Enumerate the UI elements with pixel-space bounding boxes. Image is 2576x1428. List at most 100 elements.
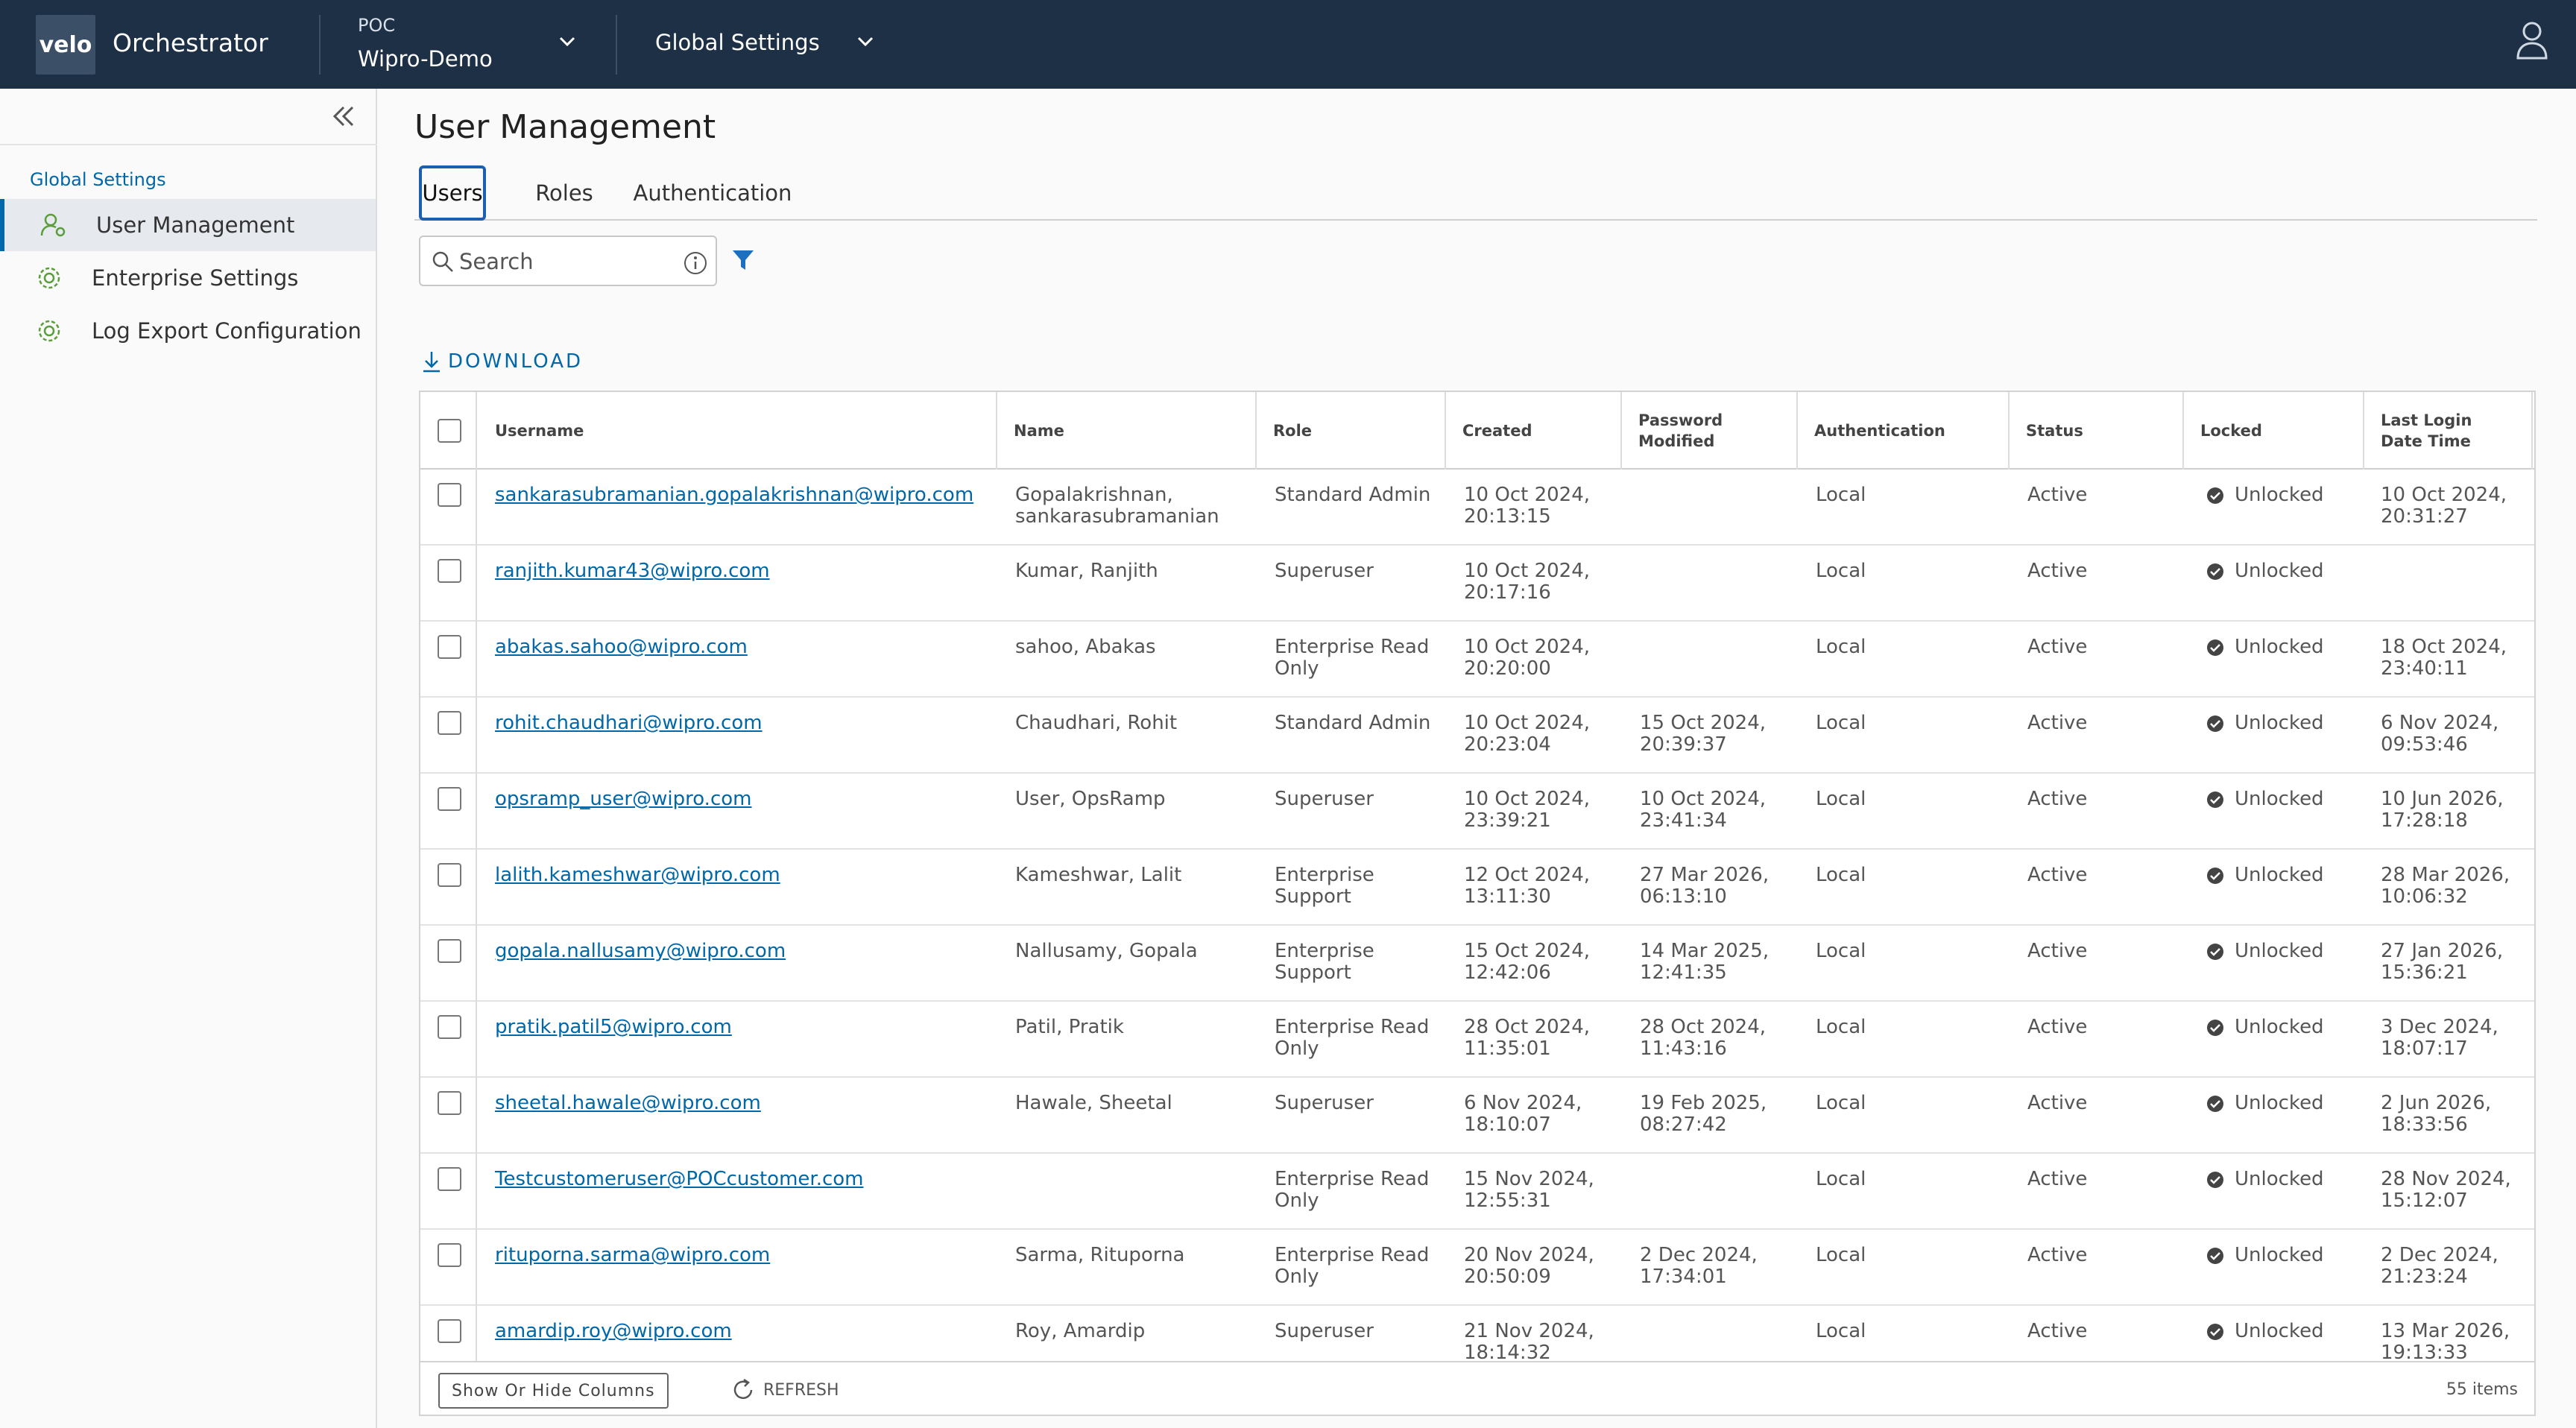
cell-authentication: Local bbox=[1816, 484, 1866, 506]
cell-name-line: Hawale, Sheetal bbox=[1015, 1092, 1172, 1114]
table-row[interactable]: sheetal.hawale@wipro.com Hawale, Sheetal S… bbox=[420, 1078, 2534, 1154]
cell-last-login: 2 Dec 2024, 21:23:24 bbox=[2381, 1245, 2498, 1288]
table-row[interactable]: abakas.sahoo@wipro.com sahoo, Abakas Enter… bbox=[420, 622, 2534, 698]
cell-last-login-line: 28 Mar 2026, bbox=[2381, 864, 2510, 886]
sidebar-item-user-management[interactable]: User Management bbox=[0, 199, 376, 251]
section-selector[interactable]: Global Settings bbox=[655, 30, 820, 55]
cell-status: Active bbox=[2027, 1016, 2088, 1038]
row-checkbox[interactable] bbox=[438, 939, 461, 963]
row-checkbox[interactable] bbox=[438, 559, 461, 583]
cell-created: 10 Oct 2024, 20:13:15 bbox=[1464, 484, 1590, 528]
table-row[interactable]: amardip.roy@wipro.com Roy, Amardip Superus… bbox=[420, 1306, 2534, 1361]
sidebar-item-enterprise-settings[interactable]: Enterprise Settings bbox=[0, 252, 376, 304]
cell-created-line: 20:23:04 bbox=[1464, 733, 1551, 756]
cell-name: User, OpsRamp bbox=[1015, 789, 1166, 810]
cell-last-login-line: 15:36:21 bbox=[2381, 961, 2468, 984]
cell-username[interactable]: Testcustomeruser@POCcustomer.com bbox=[495, 1169, 863, 1190]
row-checkbox[interactable] bbox=[438, 1015, 461, 1039]
cell-created-line: 6 Nov 2024, bbox=[1464, 1092, 1582, 1114]
cell-password-modified-line: 06:13:10 bbox=[1640, 885, 1727, 908]
cell-username[interactable]: lalith.kameshwar@wipro.com bbox=[495, 865, 780, 886]
table-row[interactable]: ranjith.kumar43@wipro.com Kumar, Ranjith S… bbox=[420, 546, 2534, 622]
cell-last-login: 2 Jun 2026, 18:33:56 bbox=[2381, 1093, 2491, 1136]
row-checkbox[interactable] bbox=[438, 1091, 461, 1115]
cell-role-line: Support bbox=[1275, 961, 1351, 984]
cell-username[interactable]: sheetal.hawale@wipro.com bbox=[495, 1093, 761, 1114]
user-profile-icon[interactable] bbox=[2516, 21, 2548, 60]
filter-icon[interactable] bbox=[731, 248, 755, 272]
cell-username[interactable]: pratik.patil5@wipro.com bbox=[495, 1017, 732, 1038]
table-row[interactable]: opsramp_user@wipro.com User, OpsRamp Super… bbox=[420, 774, 2534, 850]
table-row[interactable]: pratik.patil5@wipro.com Patil, Pratik Ente… bbox=[420, 1002, 2534, 1078]
cell-username[interactable]: gopala.nallusamy@wipro.com bbox=[495, 941, 786, 962]
check-circle-icon bbox=[2207, 487, 2223, 504]
show-hide-columns-button[interactable]: Show Or Hide Columns bbox=[438, 1373, 669, 1409]
sidebar-item-log-export-configuration[interactable]: Log Export Configuration bbox=[0, 305, 376, 357]
row-checkbox[interactable] bbox=[438, 635, 461, 659]
column-header-name[interactable]: Name bbox=[996, 392, 1254, 470]
collapse-sidebar-icon[interactable] bbox=[329, 101, 359, 131]
row-checkbox[interactable] bbox=[438, 863, 461, 887]
cell-last-login-line: 20:31:27 bbox=[2381, 505, 2468, 528]
cell-username[interactable]: rituporna.sarma@wipro.com bbox=[495, 1245, 770, 1266]
row-checkbox[interactable] bbox=[438, 1319, 461, 1343]
cell-username[interactable]: opsramp_user@wipro.com bbox=[495, 789, 751, 810]
column-header-created[interactable]: Created bbox=[1445, 392, 1619, 470]
row-checkbox[interactable] bbox=[438, 1167, 461, 1191]
column-header-username[interactable]: Username bbox=[477, 392, 939, 470]
cell-role-line: Superuser bbox=[1275, 788, 1374, 810]
cell-created-line: 10 Oct 2024, bbox=[1464, 712, 1590, 734]
cell-created: 28 Oct 2024, 11:35:01 bbox=[1464, 1017, 1590, 1060]
cell-status: Active bbox=[2027, 560, 2088, 582]
select-all-checkbox[interactable] bbox=[438, 419, 461, 443]
download-button[interactable]: DOWNLOAD bbox=[421, 350, 583, 373]
cell-locked: Unlocked bbox=[2206, 789, 2324, 810]
refresh-button[interactable]: REFRESH bbox=[730, 1377, 839, 1403]
cell-username[interactable]: amardip.roy@wipro.com bbox=[495, 1321, 732, 1342]
column-header-locked[interactable]: Locked bbox=[2182, 392, 2361, 470]
row-checkbox[interactable] bbox=[438, 1243, 461, 1267]
cell-password-modified: 27 Mar 2026, 06:13:10 bbox=[1640, 865, 1769, 908]
column-divider bbox=[476, 622, 477, 698]
column-header-password-modified[interactable]: Password Modified bbox=[1620, 392, 1755, 470]
cell-locked: Unlocked bbox=[2206, 1245, 2324, 1266]
enterprise-selector[interactable]: Wipro-Demo bbox=[358, 46, 493, 72]
tab-users[interactable]: Users bbox=[419, 165, 486, 221]
cell-role-line: Only bbox=[1275, 1037, 1319, 1060]
column-header-status[interactable]: Status bbox=[2008, 392, 2181, 470]
cell-created: 10 Oct 2024, 20:17:16 bbox=[1464, 560, 1590, 604]
chevron-down-icon[interactable] bbox=[556, 30, 578, 52]
cell-role-line: Enterprise bbox=[1275, 864, 1374, 886]
column-header-role[interactable]: Role bbox=[1255, 392, 1445, 470]
cell-name-line: Patil, Pratik bbox=[1015, 1016, 1124, 1038]
column-header-authentication[interactable]: Authentication bbox=[1796, 392, 2005, 470]
cell-name: Nallusamy, Gopala bbox=[1015, 941, 1198, 962]
column-header-last-login[interactable]: Last Login Date Time bbox=[2363, 392, 2512, 470]
table-row[interactable]: gopala.nallusamy@wipro.com Nallusamy, Gop… bbox=[420, 926, 2534, 1002]
table-row[interactable]: rituporna.sarma@wipro.com Sarma, Rituporn… bbox=[420, 1230, 2534, 1306]
row-checkbox[interactable] bbox=[438, 711, 461, 735]
cell-locked: Unlocked bbox=[2206, 560, 2324, 582]
table-row[interactable]: sankarasubramanian.gopalakrishnan@wipro.… bbox=[420, 470, 2534, 546]
search-input[interactable] bbox=[459, 246, 675, 277]
cell-username[interactable]: rohit.chaudhari@wipro.com bbox=[495, 713, 763, 734]
cell-status: Active bbox=[2027, 1244, 2088, 1266]
cell-created: 15 Nov 2024, 12:55:31 bbox=[1464, 1169, 1594, 1212]
app-name: Orchestrator bbox=[113, 28, 268, 57]
table-row[interactable]: rohit.chaudhari@wipro.com Chaudhari, Rohi… bbox=[420, 698, 2534, 774]
info-icon[interactable] bbox=[683, 250, 708, 276]
cell-username[interactable]: abakas.sahoo@wipro.com bbox=[495, 636, 748, 658]
check-circle-icon bbox=[2207, 1171, 2223, 1188]
cell-last-login: 10 Jun 2026, 17:28:18 bbox=[2381, 789, 2504, 832]
sidebar-item-label: User Management bbox=[96, 212, 295, 238]
chevron-down-icon[interactable] bbox=[854, 30, 877, 52]
cell-password-modified: 10 Oct 2024, 23:41:34 bbox=[1640, 789, 1766, 832]
row-checkbox[interactable] bbox=[438, 787, 461, 811]
tab-authentication[interactable]: Authentication bbox=[631, 165, 795, 221]
table-row[interactable]: Testcustomeruser@POCcustomer.com Enterpri… bbox=[420, 1154, 2534, 1230]
tab-roles[interactable]: Roles bbox=[523, 165, 605, 221]
table-row[interactable]: lalith.kameshwar@wipro.com Kameshwar, Lal… bbox=[420, 850, 2534, 926]
row-checkbox[interactable] bbox=[438, 483, 461, 507]
cell-username[interactable]: sankarasubramanian.gopalakrishnan@wipro.… bbox=[495, 484, 973, 506]
cell-username[interactable]: ranjith.kumar43@wipro.com bbox=[495, 560, 770, 582]
